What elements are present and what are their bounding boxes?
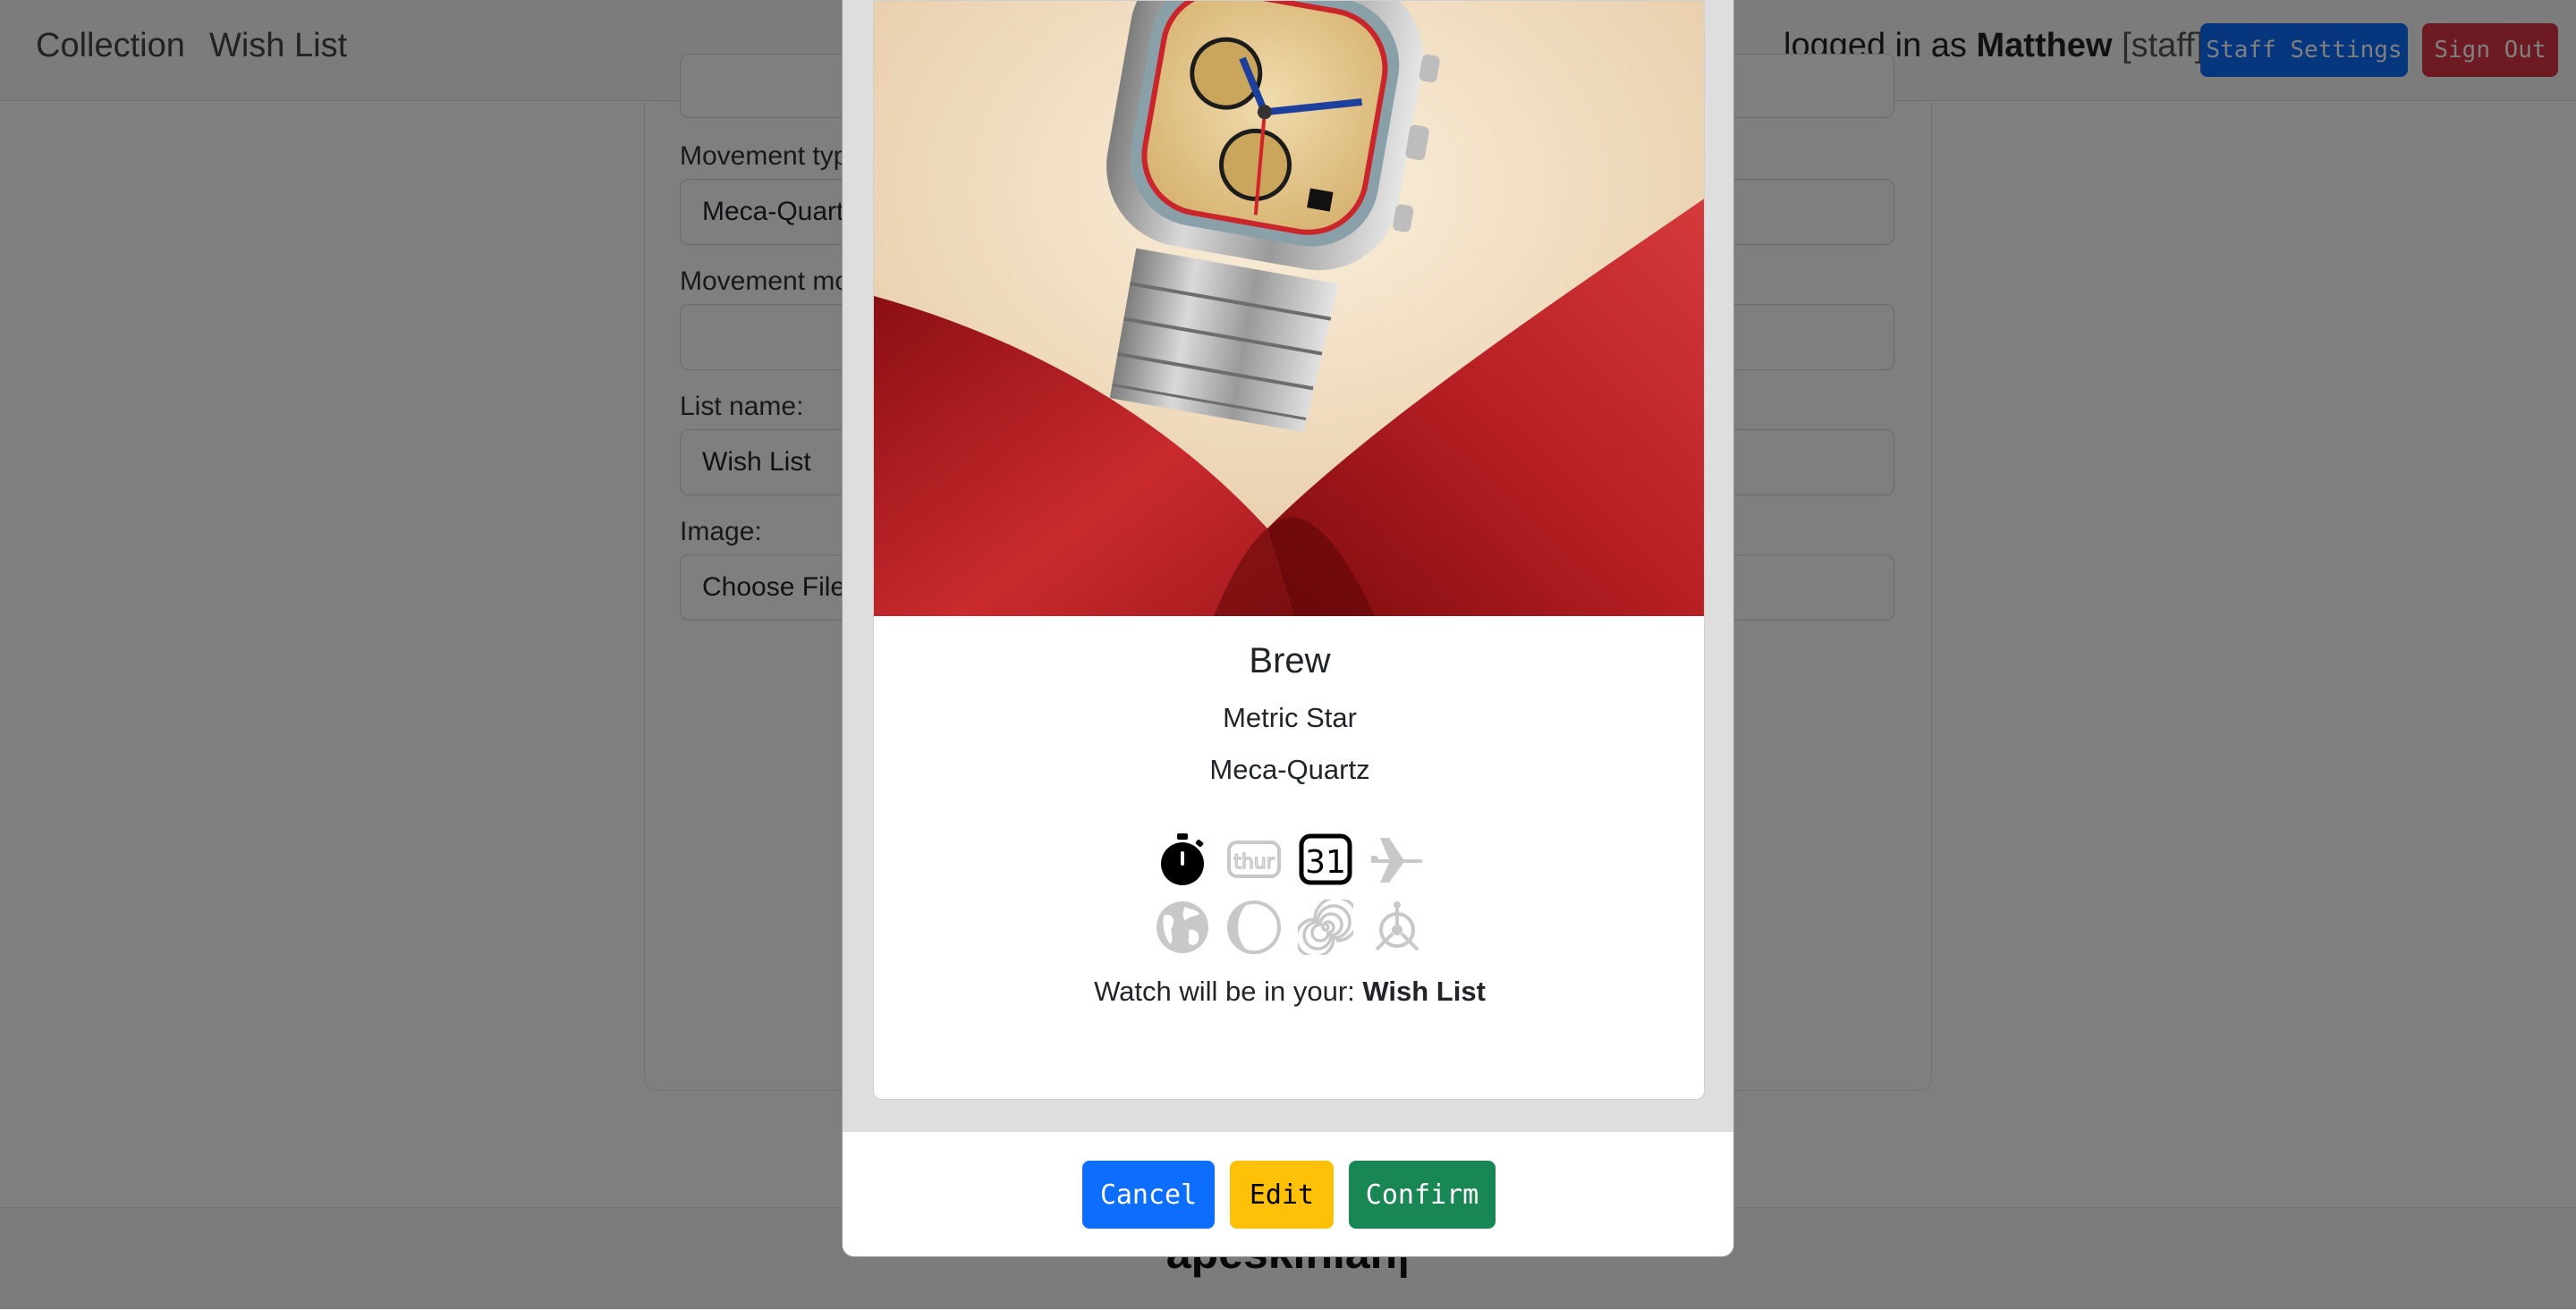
day-thur-icon: thur xyxy=(1218,825,1290,893)
confirm-watch-modal: Brew Metric Star Meca-Quartz thur 31 Wat… xyxy=(842,0,1734,1257)
list-destination-name: Wish List xyxy=(1362,976,1486,1007)
watch-model: Metric Star xyxy=(1223,702,1357,733)
spiral-icon xyxy=(1290,893,1361,961)
list-destination: Watch will be in your: Wish List xyxy=(1094,976,1486,1007)
confirm-button[interactable]: Confirm xyxy=(1349,1161,1496,1229)
tourbillon-icon xyxy=(1361,893,1433,961)
moon-phase-icon xyxy=(1218,893,1290,961)
edit-button[interactable]: Edit xyxy=(1230,1161,1334,1229)
modal-footer: Cancel Edit Confirm xyxy=(843,1132,1733,1256)
stopwatch-icon xyxy=(1147,825,1218,893)
cancel-button[interactable]: Cancel xyxy=(1082,1161,1215,1229)
watch-card: Brew Metric Star Meca-Quartz thur 31 Wat… xyxy=(873,0,1705,1100)
date-31-icon: 31 xyxy=(1290,825,1361,893)
complications-grid: thur 31 xyxy=(1147,825,1433,961)
svg-text:thur: thur xyxy=(1233,851,1275,874)
watch-movement: Meca-Quartz xyxy=(1209,754,1370,785)
watch-brand: Brew xyxy=(1249,641,1331,680)
airplane-icon xyxy=(1361,825,1433,893)
watch-photo xyxy=(874,1,1704,616)
svg-text:31: 31 xyxy=(1305,844,1346,881)
globe-icon xyxy=(1147,893,1218,961)
